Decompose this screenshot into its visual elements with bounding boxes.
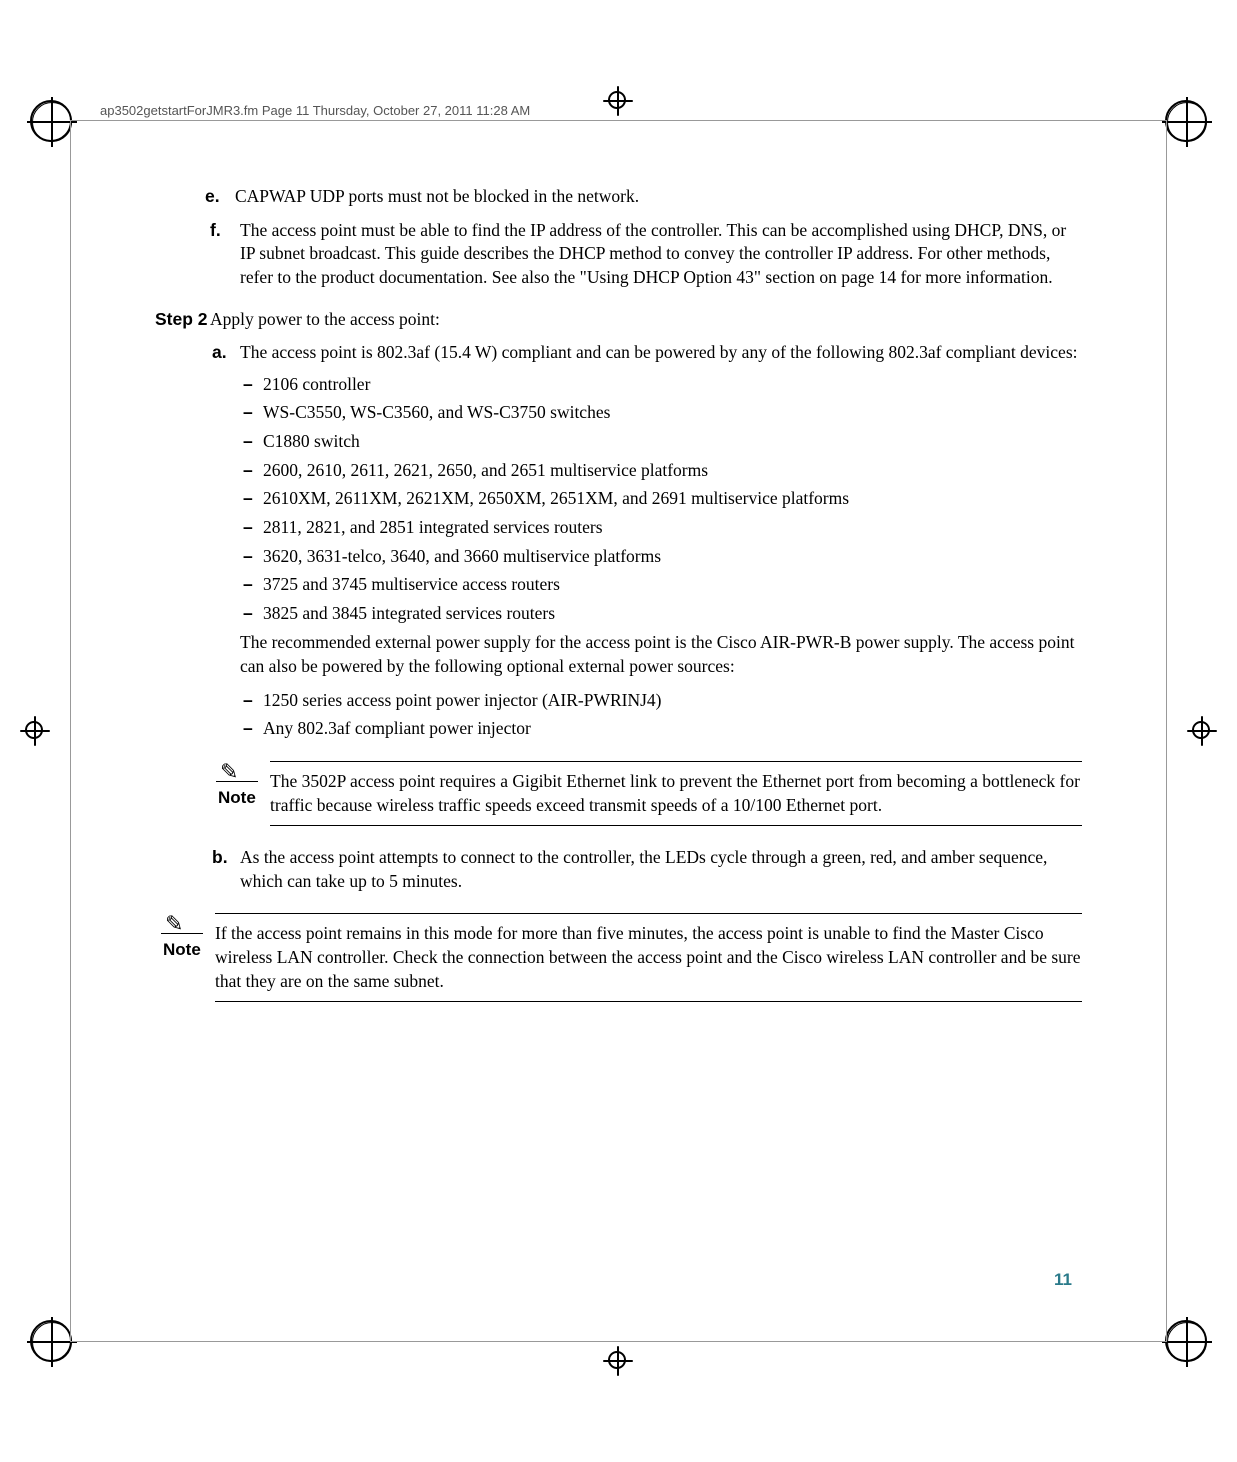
dash-char: – [243,487,263,511]
dash-item: –WS-C3550, WS-C3560, and WS-C3750 switch… [243,401,1082,425]
sub-marker: b. [212,846,240,893]
dash-list-1: –2106 controller –WS-C3550, WS-C3560, an… [243,373,1082,626]
note-block-2: ✎ Note If the access point remains in th… [155,913,1082,1002]
dash-text: 2811, 2821, and 2851 integrated services… [263,516,603,540]
sub-item-a: a. The access point is 802.3af (15.4 W) … [212,341,1082,365]
dash-text: 3620, 3631-telco, 3640, and 3660 multise… [263,545,661,569]
frame-line [70,120,1167,121]
dash-char: – [243,602,263,626]
sub-item-b: b. As the access point attempts to conne… [212,846,1082,893]
crop-mark-tl [30,100,72,142]
list-item-f: f. The access point must be able to find… [210,219,1082,290]
list-item-e: e. CAPWAP UDP ports must not be blocked … [205,185,1082,209]
sub-marker: a. [212,341,240,365]
header-filename: ap3502getstartForJMR3.fm Page 11 Thursda… [100,103,530,118]
dash-text: Any 802.3af compliant power injector [263,717,531,741]
dash-item: –2811, 2821, and 2851 integrated service… [243,516,1082,540]
sub-text: As the access point attempts to connect … [240,846,1082,893]
frame-line [70,1341,1167,1342]
step-row: Step 2 Apply power to the access point: [155,308,1082,332]
dash-list-2: –1250 series access point power injector… [243,689,1082,741]
dash-text: 3725 and 3745 multiservice access router… [263,573,560,597]
registration-mark-top [603,86,633,116]
dash-item: –3620, 3631-telco, 3640, and 3660 multis… [243,545,1082,569]
registration-mark-bottom [603,1346,633,1376]
item-marker: e. [205,185,235,209]
dash-text: 2106 controller [263,373,370,397]
note-body: If the access point remains in this mode… [215,913,1082,1002]
note-label: Note [218,787,256,810]
frame-line [70,120,71,1342]
sub-text: The access point is 802.3af (15.4 W) com… [240,341,1082,365]
dash-item: –3725 and 3745 multiservice access route… [243,573,1082,597]
frame-line [1166,120,1167,1342]
note-icon-col: ✎ Note [155,913,215,1002]
registration-mark-left [20,716,50,746]
dash-item: –3825 and 3845 integrated services route… [243,602,1082,626]
item-text: CAPWAP UDP ports must not be blocked in … [235,185,1082,209]
dash-text: C1880 switch [263,430,360,454]
dash-item: –1250 series access point power injector… [243,689,1082,713]
note-label: Note [163,939,201,962]
dash-char: – [243,373,263,397]
dash-char: – [243,573,263,597]
pencil-icon: ✎ [220,757,238,787]
dash-text: 2610XM, 2611XM, 2621XM, 2650XM, 2651XM, … [263,487,849,511]
dash-char: – [243,401,263,425]
crop-mark-br [1165,1320,1207,1362]
paragraph: The recommended external power supply fo… [240,631,1082,678]
pencil-icon: ✎ [165,909,183,939]
dash-char: – [243,717,263,741]
step-label: Step 2 [155,308,210,332]
dash-text: 1250 series access point power injector … [263,689,662,713]
note-icon-col: ✎ Note [210,761,270,826]
page-content: e. CAPWAP UDP ports must not be blocked … [155,185,1082,1022]
dash-char: – [243,516,263,540]
step-text: Apply power to the access point: [210,308,1082,332]
dash-item: –Any 802.3af compliant power injector [243,717,1082,741]
dash-char: – [243,689,263,713]
page-number: 11 [1054,1270,1072,1290]
dash-text: 2600, 2610, 2611, 2621, 2650, and 2651 m… [263,459,708,483]
dash-text: WS-C3550, WS-C3560, and WS-C3750 switche… [263,401,610,425]
dash-item: –2600, 2610, 2611, 2621, 2650, and 2651 … [243,459,1082,483]
item-text: The access point must be able to find th… [240,219,1082,290]
dash-char: – [243,430,263,454]
crop-mark-tr [1165,100,1207,142]
dash-text: 3825 and 3845 integrated services router… [263,602,555,626]
note-block-1: ✎ Note The 3502P access point requires a… [210,761,1082,826]
dash-char: – [243,459,263,483]
dash-item: –2610XM, 2611XM, 2621XM, 2650XM, 2651XM,… [243,487,1082,511]
crop-mark-bl [30,1320,72,1362]
item-marker: f. [210,219,240,290]
dash-item: –2106 controller [243,373,1082,397]
note-body: The 3502P access point requires a Gigibi… [270,761,1082,826]
dash-item: –C1880 switch [243,430,1082,454]
dash-char: – [243,545,263,569]
registration-mark-right [1187,716,1217,746]
